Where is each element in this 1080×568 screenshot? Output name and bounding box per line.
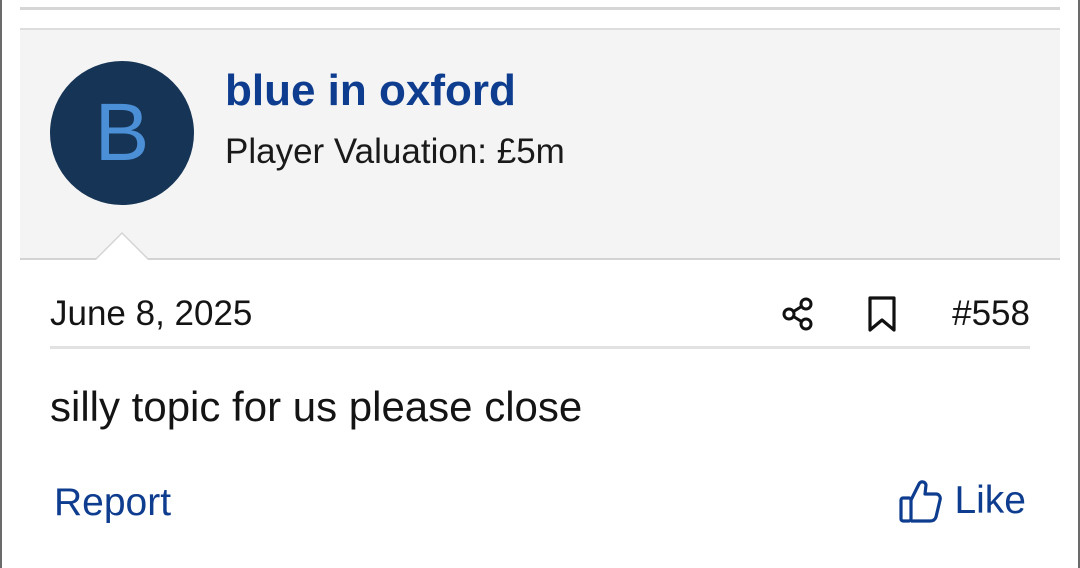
post-container: B blue in oxford Player Valuation: £5m J… <box>0 0 1080 568</box>
post-meta-row: June 8, 2025 #558 <box>50 286 1030 349</box>
post-user-header: B blue in oxford Player Valuation: £5m <box>20 28 1060 260</box>
post-date[interactable]: June 8, 2025 <box>50 294 252 334</box>
thumbs-up-icon <box>898 478 943 524</box>
report-link[interactable]: Report <box>54 481 171 525</box>
previous-post-divider <box>20 7 1060 10</box>
header-pointer-inner <box>96 234 148 260</box>
user-title: Player Valuation: £5m <box>225 132 565 171</box>
avatar[interactable]: B <box>50 61 194 205</box>
like-label: Like <box>954 479 1026 522</box>
bookmark-icon[interactable] <box>862 294 902 334</box>
avatar-letter: B <box>94 87 150 178</box>
post-number-link[interactable]: #558 <box>952 294 1030 334</box>
username-link[interactable]: blue in oxford <box>225 66 516 116</box>
like-button[interactable]: Like <box>898 478 1026 524</box>
post-body-text: silly topic for us please close <box>50 383 583 430</box>
share-icon[interactable] <box>778 294 818 334</box>
